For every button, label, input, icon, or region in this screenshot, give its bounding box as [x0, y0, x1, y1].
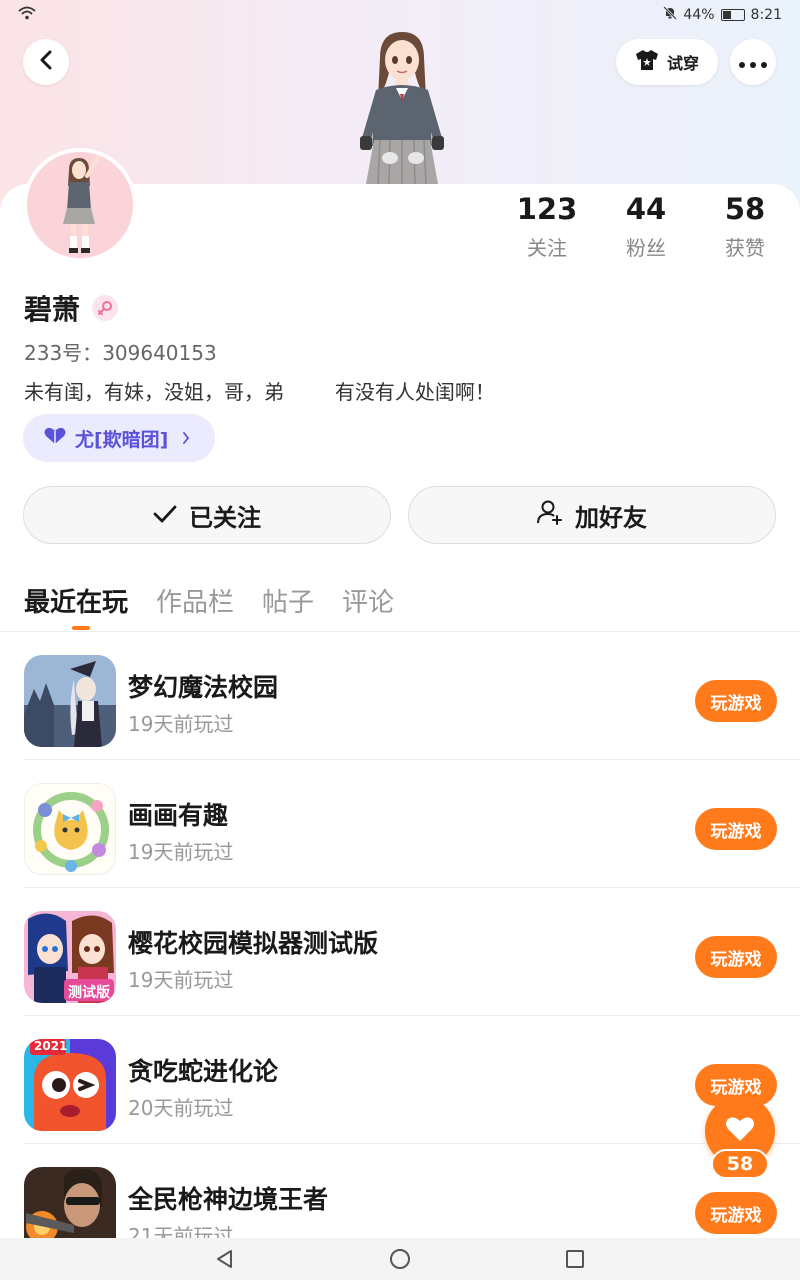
likes-label: 获赞	[725, 236, 765, 260]
list-item[interactable]: 测试版 樱花校园模拟器测试版 19天前玩过 玩游戏	[24, 888, 800, 1016]
profile-bio: 未有闺，有妹，没姐，哥，弟 有没有人处闺啊！	[24, 380, 495, 404]
battery-icon	[720, 9, 745, 21]
game-name: 全民枪神边境王者	[128, 1185, 329, 1214]
avatar[interactable]	[23, 148, 137, 262]
play-game-button[interactable]: 玩游戏	[695, 808, 777, 850]
recent-games-list: 梦幻魔法校园 19天前玩过 玩游戏 画画有趣 19天前玩过 玩游戏 测试版 樱花…	[0, 632, 800, 1238]
followed-button[interactable]: 已关注	[23, 486, 391, 544]
last-played-time: 19天前玩过	[128, 840, 234, 864]
stat-likes[interactable]: 58 获赞	[695, 192, 795, 261]
more-dots-icon	[739, 53, 767, 72]
add-user-icon	[537, 499, 563, 531]
try-on-button[interactable]: 试穿	[616, 39, 718, 85]
home-circle-icon[interactable]	[389, 1248, 411, 1274]
like-count-badge: 58	[711, 1149, 769, 1179]
profile-tabs: 最近在玩 作品栏 帖子 评论	[24, 582, 394, 619]
back-triangle-icon[interactable]	[215, 1249, 235, 1273]
try-on-label: 试穿	[666, 54, 699, 73]
female-gender-icon	[92, 295, 119, 321]
game-name: 画画有趣	[128, 801, 229, 830]
play-game-button[interactable]: 玩游戏	[695, 1192, 777, 1234]
play-game-button[interactable]: 玩游戏	[695, 680, 777, 722]
clock: 8:21	[750, 7, 782, 23]
painting-icon	[24, 783, 116, 875]
last-played-time: 19天前玩过	[128, 712, 234, 736]
check-icon	[153, 501, 177, 529]
gun-king-icon	[24, 1167, 116, 1238]
recent-apps-square-icon[interactable]	[565, 1249, 585, 1273]
active-tab-indicator	[72, 626, 90, 630]
game-name: 梦幻魔法校园	[128, 673, 279, 702]
list-item[interactable]: 画画有趣 19天前玩过 玩游戏	[24, 760, 800, 888]
heart-icon	[725, 1116, 755, 1146]
add-friend-button[interactable]: 加好友	[408, 486, 776, 544]
add-friend-label: 加好友	[575, 503, 647, 532]
last-played-time: 20天前玩过	[128, 1096, 234, 1120]
magic-academy-icon	[24, 655, 116, 747]
more-options-button[interactable]	[730, 39, 776, 85]
followers-count: 44	[625, 192, 667, 226]
followed-label: 已关注	[189, 503, 261, 532]
avatar-image	[27, 152, 133, 258]
system-navigation-bar	[0, 1238, 800, 1280]
stat-followers[interactable]: 44 粉丝	[596, 192, 696, 261]
tab-posts[interactable]: 帖子	[262, 582, 314, 619]
followers-label: 粉丝	[626, 236, 666, 260]
play-game-button[interactable]: 玩游戏	[695, 936, 777, 978]
profile-name: 碧萧	[24, 293, 81, 326]
following-label: 关注	[527, 236, 567, 260]
status-bar: 44% 8:21	[0, 0, 800, 30]
snake-evolution-icon: 2021	[24, 1039, 116, 1131]
guild-name: 尤[欺暗团]	[75, 428, 169, 451]
icon-badge-text: 2021	[34, 1039, 68, 1053]
tab-works[interactable]: 作品栏	[156, 582, 234, 619]
list-item[interactable]: 梦幻魔法校园 19天前玩过 玩游戏	[24, 632, 800, 760]
list-item[interactable]: 全民枪神边境王者 21天前玩过 玩游戏	[24, 1144, 800, 1238]
list-item[interactable]: 2021 贪吃蛇进化论 20天前玩过 玩游戏	[24, 1016, 800, 1144]
avatar-character-illustration	[360, 32, 444, 185]
sakura-school-icon: 测试版	[24, 911, 116, 1003]
icon-badge-text: 测试版	[68, 985, 110, 1001]
tab-recently-played[interactable]: 最近在玩	[24, 582, 128, 619]
likes-count: 58	[724, 192, 766, 226]
following-count: 123	[516, 192, 578, 226]
wifi-icon	[18, 6, 36, 24]
user-id-label: 233号：	[24, 341, 103, 365]
stat-following[interactable]: 123 关注	[497, 192, 597, 261]
mute-notification-icon	[663, 6, 678, 24]
user-id-value: 309640153	[102, 341, 217, 365]
back-button[interactable]	[23, 39, 69, 85]
profile-name-row: 碧萧	[24, 288, 119, 328]
user-id: 233号：309640153	[24, 337, 217, 366]
last-played-time: 19天前玩过	[128, 968, 234, 992]
heart-icon	[43, 427, 67, 450]
game-name: 贪吃蛇进化论	[128, 1057, 279, 1086]
chevron-right-icon	[182, 427, 190, 449]
game-name: 樱花校园模拟器测试版	[128, 929, 379, 958]
tshirt-icon	[635, 49, 659, 75]
chevron-left-icon	[38, 50, 54, 74]
guild-badge[interactable]: 尤[欺暗团]	[23, 414, 215, 462]
tab-comments[interactable]: 评论	[342, 582, 394, 619]
last-played-time: 21天前玩过	[128, 1224, 234, 1238]
battery-percent: 44%	[683, 7, 715, 23]
